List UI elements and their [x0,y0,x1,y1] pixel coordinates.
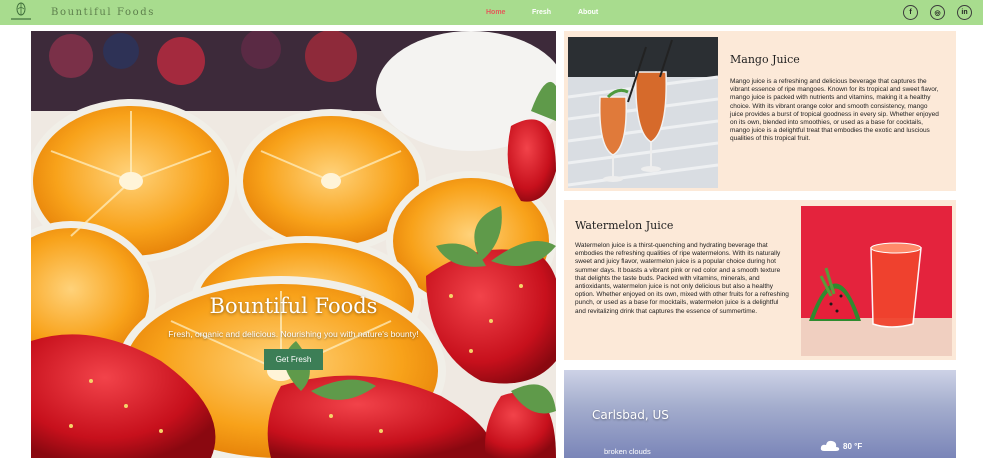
brand-name[interactable]: Bountiful Foods [51,7,155,18]
weather-description: broken clouds [604,447,651,456]
mango-juice-image [568,37,718,188]
watermelon-juice-description: Watermelon juice is a thirst-quenching a… [575,242,789,315]
weather-widget: Carlsbad, US broken clouds 80 °F [564,370,956,458]
watermelon-juice-title: Watermelon Juice [575,219,674,232]
card-mango-juice: Mango Juice Mango juice is a refreshing … [564,31,956,191]
hero-title: Bountiful Foods [209,294,378,318]
nav-link-home[interactable]: Home [486,9,505,16]
nav-link-about[interactable]: About [578,9,598,16]
hero-banner: Bountiful Foods Fresh, organic and delic… [31,31,556,458]
facebook-icon[interactable]: f [903,5,918,20]
card-watermelon-juice: Watermelon Juice Watermelon juice is a t… [564,200,956,360]
weather-temperature: 80 °F [843,442,863,451]
nav-link-fresh[interactable]: Fresh [532,9,551,16]
instagram-icon[interactable]: ◎ [930,5,945,20]
weather-city: Carlsbad, US [592,408,669,422]
leaf-logo-icon[interactable] [4,1,38,23]
hero-subtitle: Fresh, organic and delicious. Nourishing… [168,329,419,339]
mango-juice-title: Mango Juice [730,53,800,66]
linkedin-icon[interactable]: in [957,5,972,20]
hero-image [31,31,556,458]
cloud-icon [820,438,840,457]
watermelon-juice-image [801,206,952,356]
mango-juice-description: Mango juice is a refreshing and deliciou… [730,78,939,143]
get-fresh-button[interactable]: Get Fresh [264,349,323,370]
navbar: Bountiful Foods Home Fresh About f ◎ in [0,0,983,25]
